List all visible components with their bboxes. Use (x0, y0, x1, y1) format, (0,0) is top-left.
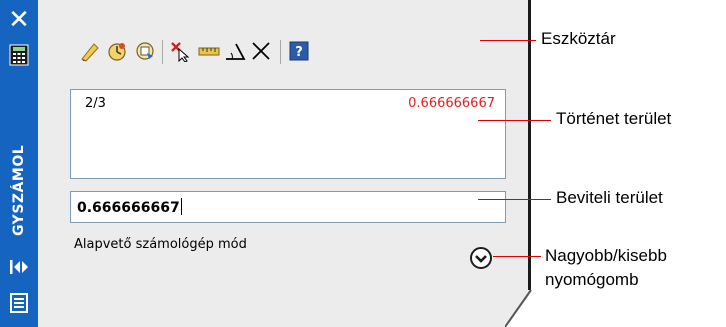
callout-input: Beviteli terület (556, 188, 663, 207)
panel-corner (505, 289, 533, 327)
palette-titlebar: ✕ GYSZÁMOL (0, 0, 38, 327)
menu-icon[interactable] (8, 293, 30, 313)
text-caret (180, 198, 182, 215)
history-expression[interactable]: 2/3 (85, 96, 106, 111)
history-area[interactable]: 2/3 0.666666667 (70, 89, 506, 179)
toolbar-separator (162, 40, 163, 64)
callout-line-toggle (493, 256, 541, 257)
callout-line-history (478, 120, 551, 121)
chevron-down-icon[interactable] (469, 246, 493, 270)
callout-toolbar: Eszköztár (541, 29, 616, 48)
paste-to-command-icon[interactable] (134, 40, 156, 62)
angle-between-lines-icon[interactable] (224, 40, 246, 62)
svg-text:?: ? (295, 45, 303, 60)
history-result[interactable]: 0.666666667 (408, 96, 495, 111)
input-value: 0.666666667 (77, 200, 180, 216)
clear-eraser-icon[interactable] (78, 40, 100, 62)
input-field[interactable]: 0.666666667 (70, 191, 506, 223)
history-clear-icon[interactable] (106, 40, 128, 62)
calculator-icon (9, 44, 29, 66)
toolbar-separator (280, 40, 281, 64)
palette-title: GYSZÁMOL (11, 144, 27, 236)
help-icon[interactable]: ? (288, 40, 310, 62)
callout-line-input (478, 199, 551, 200)
close-icon[interactable]: ✕ (6, 7, 32, 33)
callout-toggle-line1: Nagyobb/kisebb (545, 246, 667, 265)
callout-toggle-line2: nyomógomb (545, 270, 639, 289)
mode-label: Alapvető számológép mód (74, 237, 247, 252)
get-coordinates-icon[interactable] (170, 40, 192, 63)
distance-measure-icon[interactable] (198, 40, 220, 62)
intersection-icon[interactable] (250, 40, 272, 62)
panel-border (528, 0, 531, 290)
callout-history: Történet terület (556, 109, 672, 128)
collapse-panel-icon[interactable] (8, 257, 30, 277)
callout-line-toolbar (480, 40, 536, 41)
